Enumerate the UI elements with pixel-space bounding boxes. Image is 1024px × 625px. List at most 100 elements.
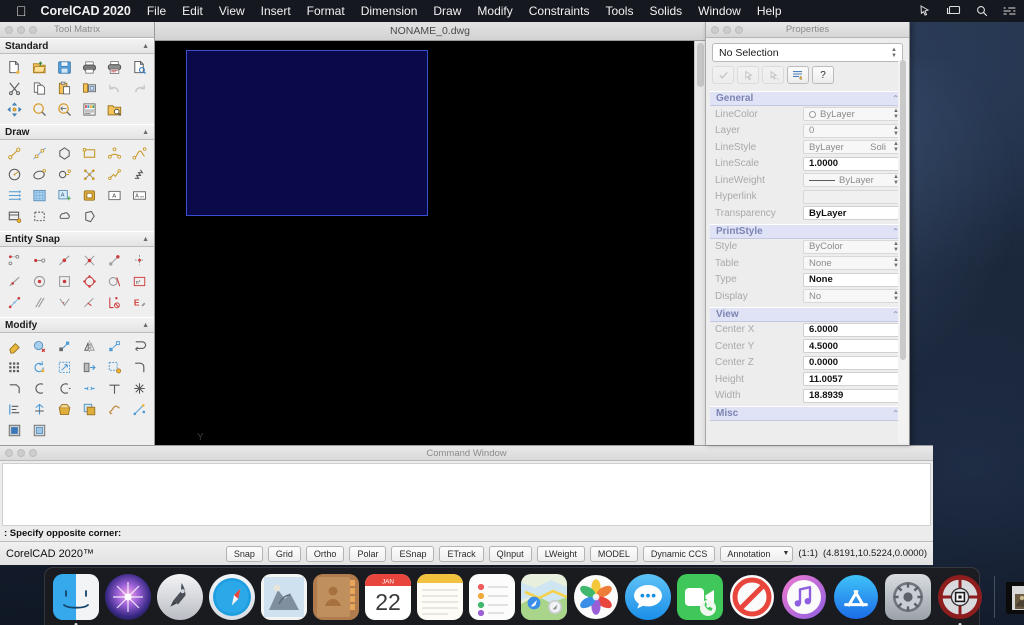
chevron-up-icon[interactable]: ▲ <box>142 236 149 243</box>
change-layer-icon[interactable] <box>2 420 27 441</box>
property-group-view-header[interactable]: View ⌃ <box>710 307 905 322</box>
messages-icon[interactable] <box>625 574 671 620</box>
edit-block-icon[interactable] <box>77 399 102 420</box>
freehand-sketch-icon[interactable] <box>127 164 152 185</box>
undo-icon[interactable] <box>102 78 127 99</box>
pick-entity-icon[interactable] <box>737 66 759 84</box>
launchpad-icon[interactable] <box>157 574 203 620</box>
selection-combo[interactable]: No Selection ▲▼ <box>712 43 903 62</box>
close-button[interactable] <box>711 26 719 34</box>
snap-quadrant-icon[interactable] <box>77 271 102 292</box>
style-combo[interactable]: ByColor ▲▼ <box>803 240 904 254</box>
simple-note-icon[interactable]: A <box>102 185 127 206</box>
snap-parallel-icon[interactable] <box>27 292 52 313</box>
chevron-up-icon[interactable]: ▲ <box>142 43 149 50</box>
help-icon[interactable]: ? <box>812 66 834 84</box>
print-icon[interactable] <box>77 57 102 78</box>
status-toggle-qinput[interactable]: QInput <box>489 546 532 562</box>
menu-item-dimension[interactable]: Dimension <box>361 4 418 18</box>
tool-section-draw-header[interactable]: Draw ▲ <box>0 124 154 140</box>
table-icon[interactable] <box>2 206 27 227</box>
line-icon[interactable] <box>2 143 27 164</box>
copy-entity-icon[interactable] <box>102 336 127 357</box>
notes-icon[interactable] <box>417 574 463 620</box>
tool-matrix-titlebar[interactable]: Tool Matrix <box>0 22 154 38</box>
edit-hatch-icon[interactable] <box>52 399 77 420</box>
drawing-canvas[interactable]: Y <box>155 41 705 445</box>
width-input[interactable]: 18.8939 <box>803 389 904 403</box>
photos-icon[interactable] <box>573 574 619 620</box>
snap-tangent-icon[interactable] <box>102 271 127 292</box>
snap-settings-icon[interactable]: E <box>127 292 152 313</box>
transparency-input[interactable]: ByLayer <box>803 206 904 220</box>
menu-item-help[interactable]: Help <box>757 4 782 18</box>
circle-icon[interactable] <box>2 164 27 185</box>
note-text-icon[interactable]: A <box>127 185 152 206</box>
app-store-icon[interactable] <box>833 574 879 620</box>
command-window-titlebar[interactable]: Command Window <box>0 446 933 461</box>
close-button[interactable] <box>5 26 13 34</box>
fillet-icon[interactable] <box>127 357 152 378</box>
edit-attribute-icon[interactable] <box>127 399 152 420</box>
menu-item-insert[interactable]: Insert <box>261 4 291 18</box>
cut-scissors-icon[interactable] <box>2 78 27 99</box>
chevron-up-icon[interactable]: ▲ <box>142 322 149 329</box>
extend-icon[interactable] <box>52 378 77 399</box>
edit-spline-icon[interactable] <box>102 399 127 420</box>
snap-perpendicular-to-icon[interactable] <box>77 292 102 313</box>
ring-icon[interactable] <box>52 164 77 185</box>
pattern-array-icon[interactable] <box>2 357 27 378</box>
status-toggle-ortho[interactable]: Ortho <box>306 546 345 562</box>
infinite-line-icon[interactable] <box>27 143 52 164</box>
hatch-pattern-icon[interactable] <box>2 185 27 206</box>
apple-logo-icon[interactable]:  <box>16 4 27 18</box>
height-input[interactable]: 11.0057 <box>803 372 904 386</box>
chevron-updown-icon[interactable]: ▲▼ <box>888 47 900 59</box>
facetime-icon[interactable] <box>677 574 723 620</box>
linestyle-combo[interactable]: ByLayer Soli ▲▼ <box>803 140 904 154</box>
zoom-button[interactable] <box>29 26 37 34</box>
reminders-icon[interactable] <box>469 574 515 620</box>
siri-icon[interactable] <box>105 574 151 620</box>
gradient-fill-icon[interactable] <box>27 185 52 206</box>
spline-icon[interactable] <box>127 143 152 164</box>
open-folder-icon[interactable] <box>27 57 52 78</box>
chamfer-icon[interactable] <box>2 378 27 399</box>
menu-item-modify[interactable]: Modify <box>477 4 512 18</box>
status-toggle-model[interactable]: MODEL <box>590 546 638 562</box>
status-toggle-esnap[interactable]: ESnap <box>391 546 434 562</box>
cloud-revision-icon[interactable] <box>52 206 77 227</box>
command-prompt-line[interactable]: : Specify opposite corner: <box>0 526 933 541</box>
print-preview-icon[interactable] <box>102 57 127 78</box>
zoom-button[interactable] <box>735 26 743 34</box>
finder-icon[interactable] <box>53 574 99 620</box>
ellipse-icon[interactable] <box>27 164 52 185</box>
zoom-previous-icon[interactable] <box>52 99 77 120</box>
property-group-misc-header[interactable]: Misc ⌃ <box>710 406 905 421</box>
point-icon[interactable] <box>77 164 102 185</box>
mail-icon[interactable] <box>261 574 307 620</box>
minimize-button[interactable] <box>17 26 25 34</box>
stretch-icon[interactable] <box>77 357 102 378</box>
status-toggle-snap[interactable]: Snap <box>226 546 263 562</box>
rotate-icon[interactable] <box>27 357 52 378</box>
display-combo[interactable]: No ▲▼ <box>803 289 904 303</box>
arc-icon[interactable] <box>102 143 127 164</box>
table-combo[interactable]: None ▲▼ <box>803 256 904 270</box>
chevron-up-icon[interactable]: ▲ <box>142 129 149 136</box>
copy-icon[interactable] <box>27 78 52 99</box>
screen-mirroring-icon[interactable] <box>946 5 961 17</box>
linescale-input[interactable]: 1.0000 <box>803 157 904 171</box>
block-make-icon[interactable] <box>77 185 102 206</box>
safari-icon[interactable] <box>209 574 255 620</box>
rectangle-icon[interactable] <box>77 143 102 164</box>
reference-manager-icon[interactable] <box>102 99 127 120</box>
corelcad-icon[interactable] <box>937 574 983 620</box>
erase-icon[interactable] <box>2 336 27 357</box>
tool-section-modify-header[interactable]: Modify ▲ <box>0 317 154 333</box>
cursor-arrow-icon[interactable] <box>919 5 931 17</box>
lineweight-combo[interactable]: ByLayer ▲▼ <box>803 173 904 187</box>
status-toggle-etrack[interactable]: ETrack <box>439 546 483 562</box>
trim-icon[interactable] <box>27 378 52 399</box>
snap-apparent-intersection-icon[interactable] <box>102 250 127 271</box>
